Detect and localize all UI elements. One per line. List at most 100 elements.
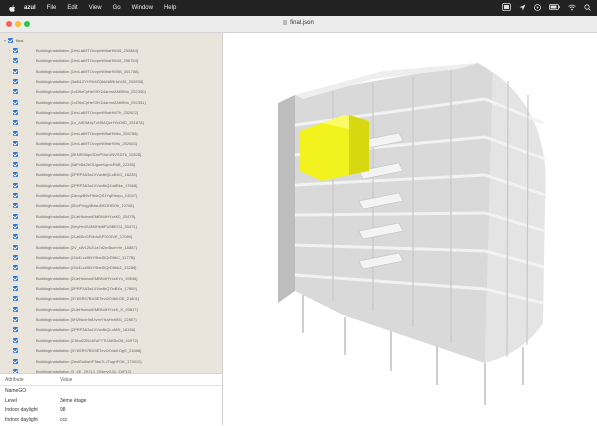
tree-item-row[interactable]: › BuildingInstallation {2KNR90qcODnPGsrUN… bbox=[0, 150, 222, 160]
chevron-right-icon[interactable]: › bbox=[9, 328, 10, 332]
tree-item-row[interactable]: › BuildingInstallation {1rtxLa69TOvvpmMha… bbox=[0, 129, 222, 139]
menu-help[interactable]: Help bbox=[164, 5, 176, 11]
tree-item-row[interactable]: › BuildingInstallation {1x_A0DM4yTxN9AQzH… bbox=[0, 118, 222, 128]
item-checkbox[interactable] bbox=[13, 337, 18, 343]
chevron-right-icon[interactable]: › bbox=[9, 245, 10, 250]
chevron-right-icon[interactable]: › bbox=[9, 359, 10, 364]
3d-viewport[interactable] bbox=[223, 33, 597, 425]
play-circle-icon[interactable] bbox=[534, 3, 541, 13]
tree-item-row[interactable]: › BuildingInstallation {0H2Noxr5r84vmYfcs… bbox=[0, 315, 222, 325]
tree-item-row[interactable]: › BuildingInstallation {0DxPVqg4BlwuNKOHB… bbox=[0, 201, 222, 211]
item-checkbox[interactable] bbox=[13, 317, 18, 323]
tree-item-row[interactable]: › BuildingInstallation {2PRP3A3aLVVuxfbQ7… bbox=[0, 284, 222, 294]
tree-item-row[interactable]: › BuildingInstallation {2PRP3A3aLVVuxfbQL… bbox=[0, 170, 222, 180]
chevron-right-icon[interactable]: › bbox=[9, 193, 10, 198]
menu-go[interactable]: Go bbox=[113, 5, 121, 11]
attribute-row[interactable]: Level 3ème étage bbox=[0, 397, 222, 407]
search-icon[interactable] bbox=[584, 3, 591, 13]
item-checkbox[interactable] bbox=[13, 99, 18, 105]
tree-item-row[interactable]: › BuildingInstallation {2UeHtcbwvEMBN4HYc… bbox=[0, 305, 222, 315]
attribute-column-header[interactable]: Attribute bbox=[5, 377, 24, 385]
tree-item-row[interactable]: › BuildingInstallation {2PRP3A3aLVVuxfbQ4… bbox=[0, 181, 222, 191]
item-checkbox[interactable] bbox=[13, 296, 18, 302]
item-checkbox[interactable] bbox=[13, 120, 18, 126]
item-checkbox[interactable] bbox=[13, 358, 18, 364]
item-checkbox[interactable] bbox=[13, 151, 18, 157]
chevron-right-icon[interactable]: › bbox=[9, 131, 10, 136]
tree-item-row[interactable]: › BuildingInstallation {2PRP3A3aLVVuxfbQL… bbox=[0, 325, 222, 335]
item-checkbox[interactable] bbox=[13, 130, 18, 136]
tree-item-row[interactable]: › BuildingInstallation {1rtxLa69TOvvpmMha… bbox=[0, 46, 222, 56]
wifi-icon[interactable] bbox=[568, 4, 576, 13]
tree-item-row[interactable]: › BuildingInstallation {1rtxLa69TOvvpmMha… bbox=[0, 108, 222, 118]
chevron-right-icon[interactable]: › bbox=[9, 111, 10, 115]
item-checkbox[interactable] bbox=[13, 141, 18, 147]
chevron-right-icon[interactable]: › bbox=[9, 49, 10, 53]
item-checkbox[interactable] bbox=[13, 213, 18, 219]
tree-item-row[interactable]: › BuildingInstallation {1rtxLa69TOvvpmMha… bbox=[0, 67, 222, 77]
tree-item-row[interactable]: › BuildingInstallation {1rtxLa69TOvvpmMha… bbox=[0, 139, 222, 149]
item-checkbox[interactable] bbox=[13, 234, 18, 240]
item-checkbox[interactable] bbox=[13, 161, 18, 167]
item-checkbox[interactable] bbox=[13, 192, 18, 198]
chevron-right-icon[interactable]: › bbox=[9, 100, 10, 105]
value-column-header[interactable]: Value bbox=[60, 377, 72, 385]
tree-item-row[interactable]: › BuildingInstallation {0aPx6a2bOUgoeKqmc… bbox=[0, 160, 222, 170]
chevron-right-icon[interactable]: › bbox=[9, 349, 10, 353]
tree-item-row[interactable]: › BuildingInstallation {2La6SnGF0bfuSPSXX… bbox=[0, 232, 222, 242]
chevron-right-icon[interactable]: › bbox=[9, 173, 10, 177]
tree-root-row[interactable]: ▾ final bbox=[0, 36, 222, 46]
item-checkbox[interactable] bbox=[13, 203, 18, 209]
chevron-right-icon[interactable]: › bbox=[9, 80, 10, 84]
chevron-right-icon[interactable]: › bbox=[9, 69, 10, 74]
tree-item-row[interactable]: › BuildingInstallation {3a8t12YHYk9ZQbkN8… bbox=[0, 77, 222, 87]
tree-item-row[interactable]: › BuildingInstallation {1Nr4Lco9I5Y9bsSIQ… bbox=[0, 253, 222, 263]
tree-item-row[interactable]: › BuildingInstallation {2UeHtcbwvEMBN4HYc… bbox=[0, 212, 222, 222]
tree-item-row[interactable]: › BuildingInstallation {1Nr4Lco9I5Y9bsSIQ… bbox=[0, 263, 222, 273]
item-checkbox[interactable] bbox=[13, 327, 18, 333]
chevron-right-icon[interactable]: › bbox=[9, 183, 10, 188]
chevron-right-icon[interactable]: › bbox=[9, 214, 10, 219]
item-checkbox[interactable] bbox=[13, 172, 18, 178]
menu-edit[interactable]: Edit bbox=[67, 5, 77, 11]
chevron-right-icon[interactable]: › bbox=[9, 256, 10, 260]
chevron-right-icon[interactable]: › bbox=[9, 318, 10, 322]
attribute-row[interactable]: Indoor daylight 98 bbox=[0, 406, 222, 416]
chevron-right-icon[interactable]: › bbox=[9, 204, 10, 208]
tree-item-row[interactable]: › BuildingInstallation {2anqzB9cF9bkQS1Yq… bbox=[0, 191, 222, 201]
menu-app-name[interactable]: azul bbox=[24, 5, 36, 11]
tree-item-row[interactable]: › BuildingInstallation {1vD5xCyHeS9X24amm… bbox=[0, 98, 222, 108]
item-checkbox[interactable] bbox=[13, 89, 18, 95]
item-checkbox[interactable] bbox=[13, 223, 18, 229]
tree-item-row[interactable]: › BuildingInstallation {2UeHtcbwvEMBN4HYc… bbox=[0, 274, 222, 284]
chevron-right-icon[interactable]: › bbox=[9, 297, 10, 301]
chevron-right-icon[interactable]: › bbox=[9, 276, 10, 281]
chevron-down-icon[interactable]: ▾ bbox=[4, 39, 6, 43]
building-model[interactable] bbox=[223, 33, 597, 425]
item-checkbox[interactable] bbox=[13, 79, 18, 85]
item-checkbox[interactable] bbox=[13, 58, 18, 64]
item-checkbox[interactable] bbox=[13, 306, 18, 312]
item-checkbox[interactable] bbox=[13, 286, 18, 292]
chevron-right-icon[interactable]: › bbox=[9, 266, 10, 270]
chevron-right-icon[interactable]: › bbox=[9, 121, 10, 125]
chevron-right-icon[interactable]: › bbox=[9, 162, 10, 167]
apple-logo-icon[interactable] bbox=[9, 4, 16, 12]
root-checkbox[interactable] bbox=[8, 38, 13, 43]
attribute-row[interactable]: NameGO bbox=[0, 387, 222, 397]
tree-item-row[interactable]: › BuildingInstallation {2nvtEu8wnFTaw7LJT… bbox=[0, 357, 222, 367]
item-checkbox[interactable] bbox=[13, 275, 18, 281]
app-badge-icon[interactable] bbox=[502, 3, 511, 13]
item-checkbox[interactable] bbox=[13, 110, 18, 116]
item-checkbox[interactable] bbox=[13, 348, 18, 354]
tree-item-row[interactable]: › BuildingInstallation {0myHnDU8MHbi6FU5B… bbox=[0, 222, 222, 232]
item-checkbox[interactable] bbox=[13, 48, 18, 53]
tree-item-row[interactable]: › BuildingInstallation {3Y6SR97BH3ETevUO4… bbox=[0, 294, 222, 304]
chevron-right-icon[interactable]: › bbox=[9, 235, 10, 239]
tree-item-row[interactable]: › BuildingInstallation {21fbd22B14EuF7TOA… bbox=[0, 336, 222, 346]
tree-item-row[interactable]: › BuildingInstallation {1vD5xCyHeS9X24amm… bbox=[0, 87, 222, 97]
tree-item-row[interactable]: › BuildingInstallation {2V_sWL2k2Ua7d2mBu… bbox=[0, 243, 222, 253]
attribute-row[interactable]: Indoor daylight ccc bbox=[0, 416, 222, 426]
menu-window[interactable]: Window bbox=[132, 5, 153, 11]
menu-file[interactable]: File bbox=[47, 5, 57, 11]
